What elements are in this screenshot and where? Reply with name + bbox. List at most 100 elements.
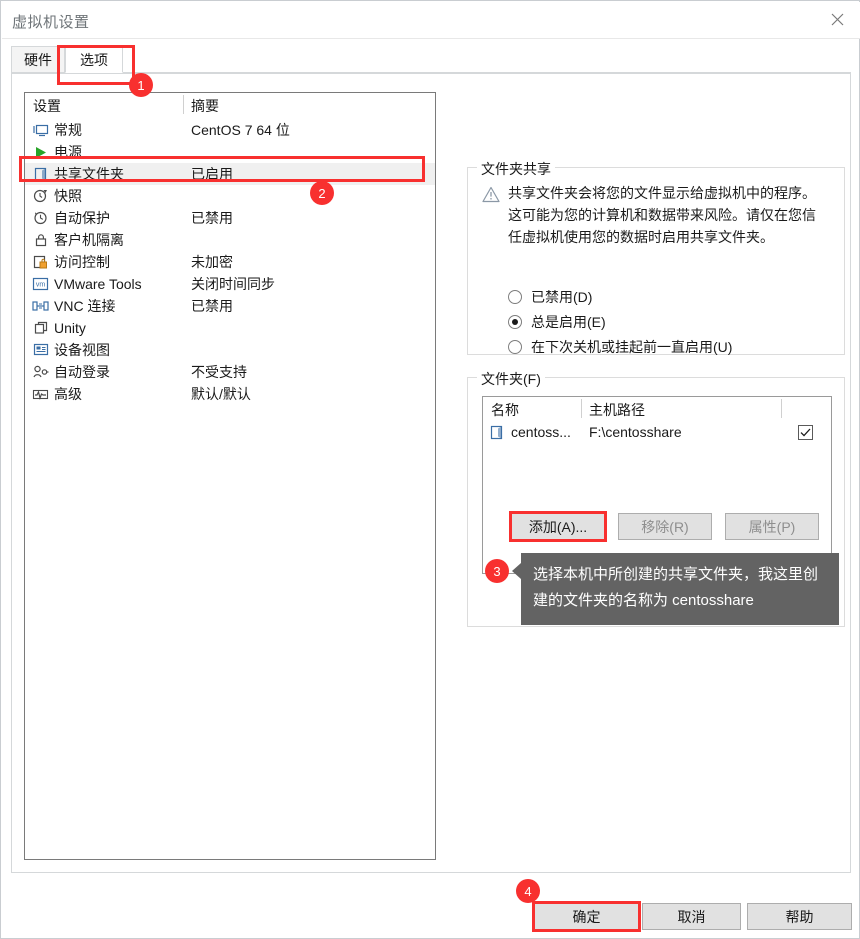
options-panel: 设置 摘要 常规 CentOS 7 64 位 电源 共享文件夹 已启用 快照 自… — [11, 73, 851, 873]
tab-hardware[interactable]: 硬件 — [11, 46, 65, 73]
vm-settings-dialog: 虚拟机设置 硬件 选项 设置 摘要 常规 CentOS 7 64 位 电源 共享… — [0, 0, 860, 939]
settings-row-autoprotect[interactable]: 自动保护 已禁用 — [25, 207, 435, 229]
monitor-icon — [32, 122, 49, 138]
radio-disabled[interactable]: 已禁用(D) — [508, 286, 592, 308]
settings-row-label: 快照 — [54, 188, 82, 204]
folders-column-header-path: 主机路径 — [589, 402, 645, 418]
step-badge-2: 2 — [310, 181, 334, 205]
settings-row-label: 客户机隔离 — [54, 232, 124, 248]
folder-enabled-checkbox[interactable] — [798, 425, 813, 440]
device-view-icon — [32, 342, 49, 358]
settings-row-label: 访问控制 — [54, 254, 110, 270]
folder-host-path: F:\centosshare — [589, 424, 682, 440]
tab-options-label: 选项 — [80, 51, 108, 68]
step-badge-3: 3 — [485, 559, 509, 583]
radio-enabled-until-shutdown-label: 在下次关机或挂起前一直启用(U) — [531, 339, 733, 355]
advanced-icon — [32, 386, 49, 402]
access-control-icon — [32, 254, 49, 270]
unity-icon — [32, 320, 49, 336]
settings-list[interactable]: 设置 摘要 常规 CentOS 7 64 位 电源 共享文件夹 已启用 快照 自… — [24, 92, 436, 860]
folder-sharing-group-title: 文件夹共享 — [477, 159, 555, 179]
settings-row-label: VNC 连接 — [54, 298, 116, 314]
power-play-icon — [32, 144, 49, 160]
settings-row-unity[interactable]: Unity — [25, 317, 435, 339]
ok-button[interactable]: 确定 — [534, 903, 639, 930]
cancel-button-label: 取消 — [677, 908, 706, 925]
title-bar: 虚拟机设置 — [2, 2, 860, 39]
settings-row-value: 不受支持 — [191, 364, 247, 380]
settings-column-header-name: 设置 — [33, 98, 61, 114]
shared-folder-icon — [32, 166, 49, 182]
remove-folder-button-label: 移除(R) — [641, 518, 689, 535]
annotation-callout: 选择本机中所创建的共享文件夹，我这里创建的文件夹的名称为 centosshare — [512, 553, 839, 625]
folders-column-header-name: 名称 — [491, 402, 519, 418]
add-folder-button[interactable]: 添加(A)... — [511, 513, 605, 540]
radio-disabled-label: 已禁用(D) — [531, 289, 593, 305]
step-badge-1: 1 — [129, 73, 153, 97]
settings-row-value: 默认/默认 — [191, 386, 251, 402]
folders-column-divider-2 — [781, 399, 782, 418]
folders-group-title: 文件夹(F) — [477, 369, 545, 389]
settings-row-power[interactable]: 电源 — [25, 141, 435, 163]
warning-triangle-icon — [482, 186, 500, 204]
vmware-tools-icon: vm — [32, 276, 49, 292]
help-button[interactable]: 帮助 — [747, 903, 852, 930]
tab-hardware-label: 硬件 — [24, 51, 52, 68]
radio-enabled-until-shutdown[interactable]: 在下次关机或挂起前一直启用(U) — [508, 336, 732, 358]
settings-row-label: 自动登录 — [54, 364, 110, 380]
folders-table[interactable]: 名称 主机路径 centoss... F:\centosshare — [482, 396, 832, 574]
folders-table-header: 名称 主机路径 — [483, 397, 831, 421]
folder-sharing-group: 文件夹共享 共享文件夹会将您的文件显示给虚拟机中的程序。这可能为您的计算机和数据… — [467, 159, 845, 358]
settings-row-label: Unity — [54, 320, 86, 336]
settings-row-value: 已禁用 — [191, 210, 233, 226]
svg-text:vm: vm — [36, 282, 46, 289]
settings-row-value: 未加密 — [191, 254, 233, 270]
folder-name: centoss... — [511, 424, 571, 440]
folder-properties-button[interactable]: 属性(P) — [725, 513, 819, 540]
add-folder-button-label: 添加(A)... — [528, 518, 588, 535]
folder-sharing-warning-text: 共享文件夹会将您的文件显示给虚拟机中的程序。这可能为您的计算机和数据带来风险。请… — [508, 185, 816, 245]
radio-enabled-until-shutdown-mark — [508, 340, 522, 354]
settings-row-device-view[interactable]: 设备视图 — [25, 339, 435, 361]
settings-row-access-control[interactable]: 访问控制 未加密 — [25, 251, 435, 273]
auto-login-icon — [32, 364, 49, 380]
ok-button-label: 确定 — [572, 908, 601, 925]
settings-row-vmware-tools[interactable]: vm VMware Tools 关闭时间同步 — [25, 273, 435, 295]
settings-row-label: 电源 — [54, 144, 82, 160]
remove-folder-button[interactable]: 移除(R) — [618, 513, 712, 540]
settings-row-general[interactable]: 常规 CentOS 7 64 位 — [25, 119, 435, 141]
snapshot-clock-icon — [32, 188, 49, 204]
settings-row-vnc[interactable]: VNC 连接 已禁用 — [25, 295, 435, 317]
settings-row-value: CentOS 7 64 位 — [191, 122, 290, 138]
settings-row-auto-login[interactable]: 自动登录 不受支持 — [25, 361, 435, 383]
cancel-button[interactable]: 取消 — [642, 903, 741, 930]
window-title: 虚拟机设置 — [12, 14, 90, 31]
settings-column-header-summary: 摘要 — [191, 98, 219, 114]
settings-row-label: VMware Tools — [54, 276, 142, 292]
radio-always-enabled-label: 总是启用(E) — [531, 314, 606, 330]
radio-disabled-mark — [508, 290, 522, 304]
settings-row-guest-isolation[interactable]: 客户机隔离 — [25, 229, 435, 251]
settings-column-divider — [183, 95, 184, 114]
settings-row-label: 自动保护 — [54, 210, 110, 226]
lock-icon — [32, 232, 49, 248]
settings-row-shared-folders[interactable]: 共享文件夹 已启用 — [25, 163, 435, 185]
tab-options[interactable]: 选项 — [65, 46, 123, 73]
help-button-label: 帮助 — [785, 908, 814, 925]
close-icon[interactable] — [814, 2, 860, 37]
tab-strip: 硬件 选项 — [11, 46, 851, 74]
radio-always-enabled[interactable]: 总是启用(E) — [508, 311, 606, 333]
settings-row-value: 已禁用 — [191, 298, 233, 314]
table-row[interactable]: centoss... F:\centosshare — [483, 421, 831, 445]
settings-row-label: 高级 — [54, 386, 82, 402]
autoprotect-icon — [32, 210, 49, 226]
settings-row-label: 设备视图 — [54, 342, 110, 358]
settings-list-header: 设置 摘要 — [25, 93, 435, 117]
settings-row-snapshot[interactable]: 快照 — [25, 185, 435, 207]
settings-row-value: 已启用 — [191, 166, 233, 182]
settings-rows: 常规 CentOS 7 64 位 电源 共享文件夹 已启用 快照 自动保护 已禁… — [25, 119, 435, 405]
settings-row-advanced[interactable]: 高级 默认/默认 — [25, 383, 435, 405]
settings-row-label: 共享文件夹 — [54, 166, 124, 182]
settings-row-value: 关闭时间同步 — [191, 276, 275, 292]
folders-column-divider-1 — [581, 399, 582, 418]
